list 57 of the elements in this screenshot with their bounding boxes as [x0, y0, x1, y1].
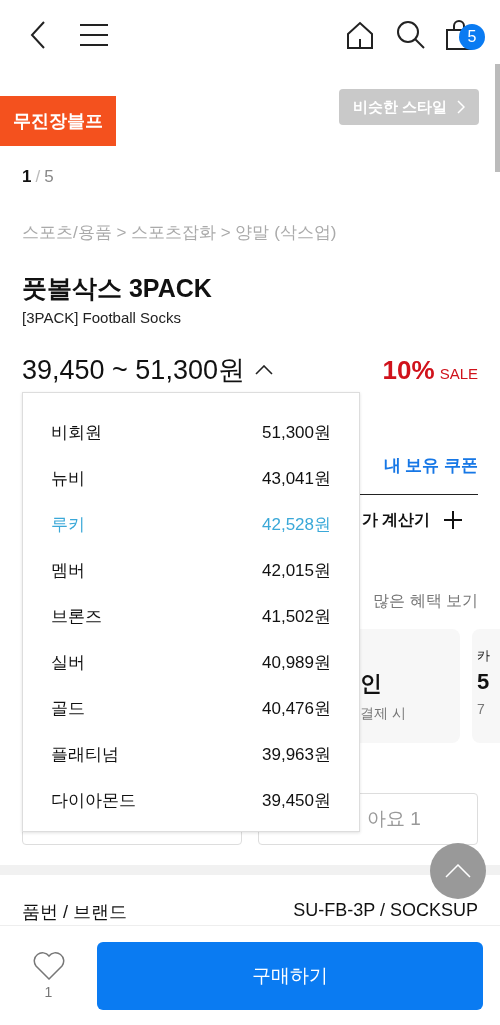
image-counter-separator: / [35, 167, 41, 187]
chevron-right-icon [457, 100, 465, 114]
card-title: 5 [477, 669, 491, 695]
chevron-up-icon[interactable] [254, 365, 273, 375]
member-price: 43,041원 [262, 467, 331, 490]
info-label: 품번 / 브랜드 [22, 901, 127, 924]
member-grade: 브론즈 [51, 605, 102, 628]
member-grade: 실버 [51, 651, 85, 674]
chevron-up-icon [445, 864, 471, 878]
price-range[interactable]: 39,450 ~ 51,300원 [22, 352, 245, 388]
search-icon[interactable] [396, 20, 426, 50]
member-price-item[interactable]: 브론즈 41,502원 [23, 593, 359, 639]
image-counter-total: 5 [44, 167, 54, 187]
home-icon[interactable] [346, 21, 374, 49]
menu-icon[interactable] [80, 24, 108, 46]
sale-label: SALE [439, 365, 478, 382]
card-label: 카 [477, 647, 491, 665]
card-note: 결제 시 [360, 705, 407, 723]
member-price: 40,476원 [262, 697, 331, 720]
member-price: 42,015원 [262, 559, 331, 582]
buy-button[interactable]: 구매하기 [97, 941, 483, 1010]
product-title: 풋볼삭스 3PACK [21, 273, 213, 304]
member-grade: 다이아몬드 [51, 789, 136, 812]
card-title: 인 [360, 670, 383, 698]
member-price: 39,963원 [262, 743, 331, 766]
member-price: 41,502원 [262, 605, 331, 628]
cart-count-badge: 5 [459, 24, 485, 50]
member-price: 40,989원 [262, 651, 331, 674]
member-price-item[interactable]: 뉴비 43,041원 [23, 455, 359, 501]
member-price-item[interactable]: 골드 40,476원 [23, 685, 359, 731]
member-grade: 골드 [51, 697, 85, 720]
member-price-item[interactable]: 실버 40,989원 [23, 639, 359, 685]
benefit-card[interactable]: 카 5 7 [472, 629, 500, 743]
member-price-item[interactable]: 비회원 51,300원 [23, 409, 359, 455]
scroll-to-top-button[interactable] [430, 843, 486, 899]
member-grade: 멤버 [51, 559, 85, 582]
heart-icon[interactable] [32, 951, 65, 980]
like-count: 1 [44, 983, 53, 1000]
info-value: SU-FB-3P / SOCKSUP [293, 900, 478, 922]
my-coupons-link[interactable]: 내 보유 쿠폰 [383, 453, 478, 477]
member-grade: 비회원 [51, 421, 102, 444]
member-grade: 뉴비 [51, 467, 85, 490]
more-benefits-link[interactable]: 많은 혜택 보기 [373, 590, 478, 612]
back-icon[interactable] [30, 21, 46, 49]
member-price: 42,528원 [262, 513, 331, 536]
image-counter-current: 1 [22, 167, 32, 187]
member-grade: 루키 [51, 513, 85, 536]
member-price: 51,300원 [262, 421, 331, 444]
card-note: 7 [477, 701, 486, 717]
plus-icon[interactable] [444, 511, 462, 529]
discount-rate: 10% [382, 354, 435, 386]
member-grade: 플래티넘 [51, 743, 119, 766]
member-price-item[interactable]: 멤버 42,015원 [23, 547, 359, 593]
product-subtitle: [3PACK] Football Socks [21, 309, 182, 326]
calculator-label[interactable]: 가 계산기 [361, 509, 430, 531]
promo-badge: 무진장블프 [0, 96, 116, 146]
member-price-item[interactable]: 플래티넘 39,963원 [23, 731, 359, 777]
